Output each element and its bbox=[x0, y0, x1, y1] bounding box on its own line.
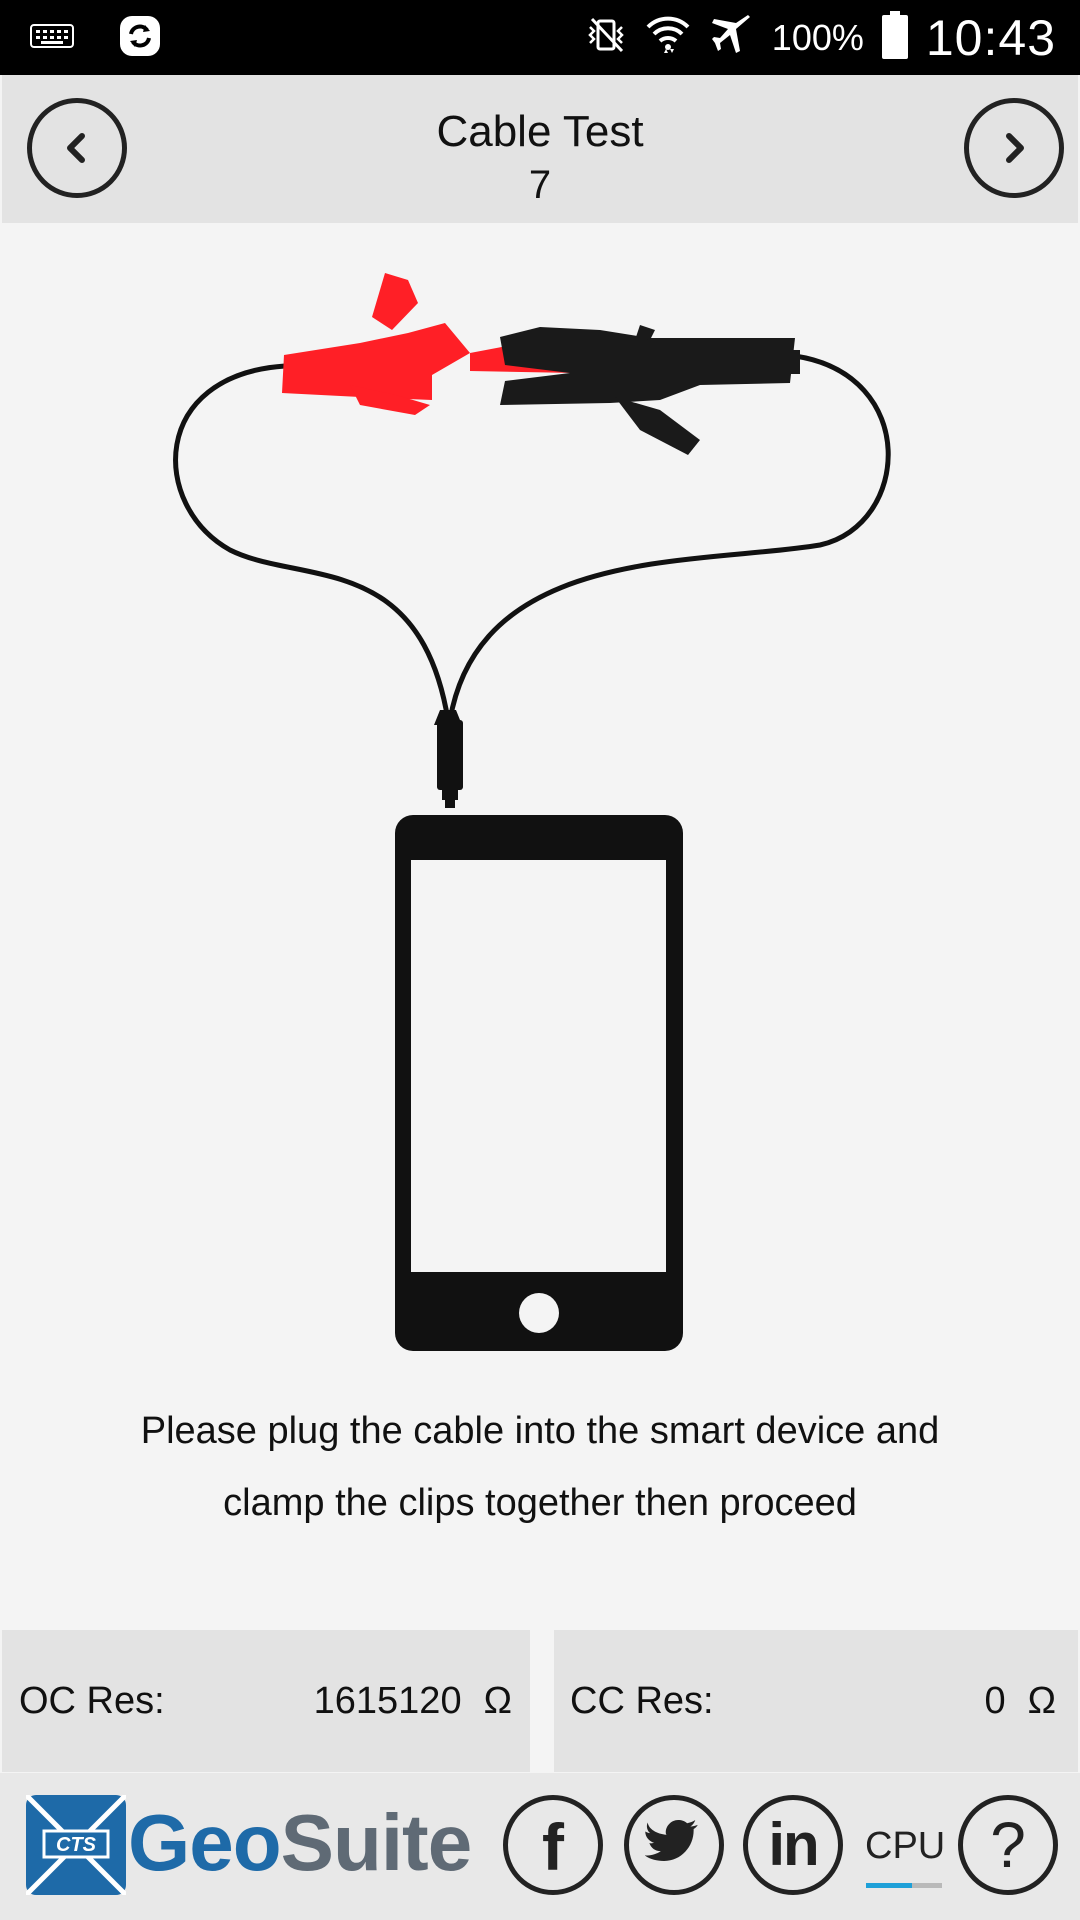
open-circuit-resistance-panel: OC Res: 1615120 Ω bbox=[2, 1630, 530, 1772]
logo-mark-text: CTS bbox=[56, 1834, 97, 1856]
logo-geo-text: Geo bbox=[128, 1798, 282, 1887]
sync-icon bbox=[118, 14, 162, 63]
cc-res-value: 0 bbox=[984, 1679, 1006, 1722]
cc-res-unit: Ω bbox=[1027, 1679, 1056, 1722]
status-bar: 100% 10:43 bbox=[0, 0, 1080, 75]
cpu-load-fill bbox=[866, 1883, 912, 1888]
chevron-right-icon bbox=[1006, 133, 1024, 163]
cc-res-label: CC Res: bbox=[570, 1679, 714, 1722]
facebook-icon: f bbox=[542, 1810, 564, 1884]
facebook-button[interactable]: f bbox=[503, 1795, 603, 1895]
left-cable bbox=[173, 363, 451, 721]
battery-icon bbox=[881, 11, 908, 64]
twitter-button[interactable] bbox=[624, 1795, 724, 1895]
linkedin-icon: in bbox=[768, 1811, 819, 1878]
header-bar: Cable Test 7 bbox=[2, 75, 1078, 223]
audio-jack-plug bbox=[434, 710, 463, 808]
cpu-load-bar bbox=[866, 1883, 942, 1888]
right-cable bbox=[447, 353, 891, 721]
twitter-icon bbox=[645, 1820, 698, 1861]
smartphone-graphic bbox=[395, 815, 683, 1351]
closed-circuit-resistance-panel: CC Res: 0 Ω bbox=[554, 1630, 1078, 1772]
oc-res-label: OC Res: bbox=[19, 1679, 165, 1722]
logo-suite-text: Suite bbox=[280, 1798, 473, 1887]
page-title: Cable Test bbox=[436, 107, 644, 156]
help-button[interactable]: ? bbox=[958, 1795, 1058, 1895]
battery-percentage: 100% bbox=[771, 16, 864, 58]
airplane-icon bbox=[710, 13, 754, 62]
geosuite-logo[interactable]: GeoSuite bbox=[128, 1797, 473, 1889]
oc-res-unit: Ω bbox=[483, 1679, 512, 1722]
next-step-button[interactable] bbox=[964, 98, 1064, 198]
oc-res-value: 1615120 bbox=[313, 1679, 462, 1722]
keyboard-icon bbox=[30, 23, 74, 53]
black-clip bbox=[500, 325, 800, 455]
footer-bar: CTS GeoSuite f in CPU ? bbox=[0, 1773, 1080, 1920]
wifi-icon bbox=[644, 11, 692, 64]
vibrate-mute-icon bbox=[586, 15, 626, 60]
cts-logo-icon[interactable]: CTS bbox=[26, 1795, 126, 1895]
clock-time: 10:43 bbox=[925, 9, 1056, 66]
instruction-text: Please plug the cable into the smart dev… bbox=[140, 1410, 940, 1524]
cpu-label[interactable]: CPU bbox=[865, 1825, 945, 1868]
help-icon: ? bbox=[990, 1809, 1026, 1881]
step-number: 7 bbox=[528, 163, 552, 207]
cable-test-illustration bbox=[173, 273, 891, 1351]
linkedin-button[interactable]: in bbox=[743, 1795, 843, 1895]
